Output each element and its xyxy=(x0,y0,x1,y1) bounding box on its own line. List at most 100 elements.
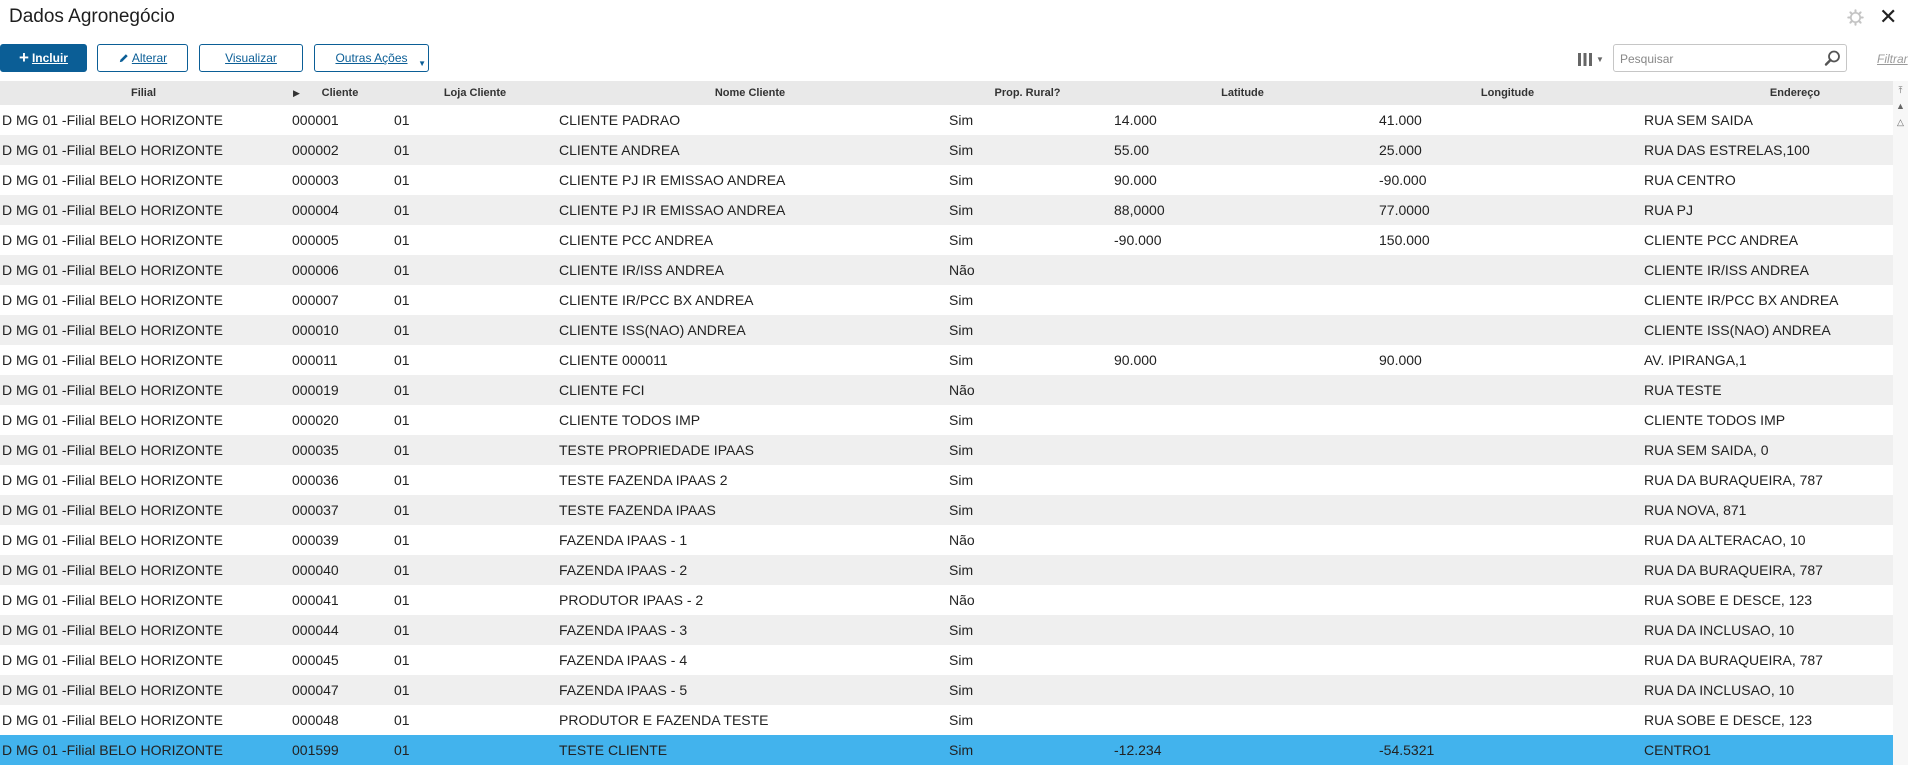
table-row[interactable]: D MG 01 -Filial BELO HORIZONTE 000045 01 FA… xyxy=(0,645,1893,675)
gear-icon[interactable] xyxy=(1847,9,1864,26)
cell-endereco: RUA SEM SAIDA, 0 xyxy=(1644,442,1769,458)
search-input[interactable] xyxy=(1618,49,1822,69)
outras-acoes-button[interactable]: Outras Ações ▼ xyxy=(314,44,429,72)
table-row[interactable]: D MG 01 -Filial BELO HORIZONTE 000019 01 CL… xyxy=(0,375,1893,405)
cell-loja-cliente: 01 xyxy=(394,682,410,698)
column-header-nome-cliente[interactable]: Nome Cliente xyxy=(560,81,940,105)
cell-cliente: 000011 xyxy=(292,352,338,368)
close-icon[interactable]: ✕ xyxy=(1879,5,1897,29)
table-row[interactable]: D MG 01 -Filial BELO HORIZONTE 000041 01 PR… xyxy=(0,585,1893,615)
cell-prop-rural: Sim xyxy=(949,562,974,578)
table-row[interactable]: D MG 01 -Filial BELO HORIZONTE 000048 01 PR… xyxy=(0,705,1893,735)
table-row[interactable]: D MG 01 -Filial BELO HORIZONTE 000005 01 CL… xyxy=(0,225,1893,255)
cell-prop-rural: Sim xyxy=(949,172,974,188)
scroll-up-icon[interactable]: △ xyxy=(1895,117,1906,128)
cell-prop-rural: Sim xyxy=(949,112,974,128)
cell-filial: D MG 01 -Filial BELO HORIZONTE xyxy=(2,562,223,578)
magnifier-icon[interactable] xyxy=(1824,49,1842,67)
table-row[interactable]: D MG 01 -Filial BELO HORIZONTE 000047 01 FA… xyxy=(0,675,1893,705)
column-header-longitude[interactable]: Longitude xyxy=(1375,81,1640,105)
table-row[interactable]: D MG 01 -Filial BELO HORIZONTE 000010 01 CL… xyxy=(0,315,1893,345)
table-row[interactable]: D MG 01 -Filial BELO HORIZONTE 000040 01 FA… xyxy=(0,555,1893,585)
table-row-selected[interactable]: D MG 01 -Filial BELO HORIZONTE 001599 01 TE… xyxy=(0,735,1893,765)
cell-nome-cliente: TESTE FAZENDA IPAAS xyxy=(559,502,716,518)
cell-cliente: 000005 xyxy=(292,232,339,248)
cell-cliente: 000010 xyxy=(292,322,339,338)
cell-longitude: 41.000 xyxy=(1379,112,1422,128)
cell-nome-cliente: FAZENDA IPAAS - 5 xyxy=(559,682,688,698)
table-row[interactable]: D MG 01 -Filial BELO HORIZONTE 000001 01 CL… xyxy=(0,105,1893,135)
cell-filial: D MG 01 -Filial BELO HORIZONTE xyxy=(2,592,223,608)
cell-cliente: 000020 xyxy=(292,412,339,428)
cell-cliente: 000041 xyxy=(292,592,339,608)
cell-cliente: 000036 xyxy=(292,472,339,488)
vertical-scrollbar[interactable]: ⤒ ▲ △ xyxy=(1893,81,1908,765)
column-selector[interactable]: ▼ xyxy=(1578,49,1612,69)
cell-loja-cliente: 01 xyxy=(394,712,410,728)
cell-longitude: 90.000 xyxy=(1379,352,1422,368)
cell-endereco: AV. IPIRANGA,1 xyxy=(1644,352,1747,368)
table-row[interactable]: D MG 01 -Filial BELO HORIZONTE 000004 01 CL… xyxy=(0,195,1893,225)
scroll-top-icon[interactable]: ⤒ xyxy=(1895,85,1906,96)
cell-prop-rural: Sim xyxy=(949,322,974,338)
scroll-page-up-icon[interactable]: ▲ xyxy=(1895,101,1906,112)
cell-prop-rural: Sim xyxy=(949,682,974,698)
table-row[interactable]: D MG 01 -Filial BELO HORIZONTE 000035 01 TE… xyxy=(0,435,1893,465)
cell-loja-cliente: 01 xyxy=(394,322,410,338)
table-row[interactable]: D MG 01 -Filial BELO HORIZONTE 000044 01 FA… xyxy=(0,615,1893,645)
cell-loja-cliente: 01 xyxy=(394,742,410,758)
cell-endereco: RUA SOBE E DESCE, 123 xyxy=(1644,712,1813,728)
cell-prop-rural: Sim xyxy=(949,442,974,458)
cell-filial: D MG 01 -Filial BELO HORIZONTE xyxy=(2,742,223,758)
cell-prop-rural: Sim xyxy=(949,232,974,248)
table-header: Filial Cliente Loja Cliente Nome Cliente Pro… xyxy=(0,81,1893,105)
column-header-filial[interactable]: Filial xyxy=(0,81,287,105)
table-row[interactable]: D MG 01 -Filial BELO HORIZONTE 000006 01 CL… xyxy=(0,255,1893,285)
cell-endereco: RUA NOVA, 871 xyxy=(1644,502,1747,518)
cell-prop-rural: Sim xyxy=(949,712,974,728)
cell-endereco: RUA DA INCLUSAO, 10 xyxy=(1644,622,1795,638)
cell-nome-cliente: FAZENDA IPAAS - 3 xyxy=(559,622,688,638)
table-row[interactable]: D MG 01 -Filial BELO HORIZONTE 000020 01 CL… xyxy=(0,405,1893,435)
cell-nome-cliente: CLIENTE IR/ISS ANDREA xyxy=(559,262,724,278)
filter-link[interactable]: Filtrar xyxy=(1877,52,1908,66)
cell-nome-cliente: CLIENTE TODOS IMP xyxy=(559,412,701,428)
cell-prop-rural: Não xyxy=(949,532,975,548)
cell-filial: D MG 01 -Filial BELO HORIZONTE xyxy=(2,112,223,128)
table-row[interactable]: D MG 01 -Filial BELO HORIZONTE 000003 01 CL… xyxy=(0,165,1893,195)
table-row[interactable]: D MG 01 -Filial BELO HORIZONTE 000036 01 TE… xyxy=(0,465,1893,495)
table-row[interactable]: D MG 01 -Filial BELO HORIZONTE 000007 01 CL… xyxy=(0,285,1893,315)
cell-nome-cliente: PRODUTOR IPAAS - 2 xyxy=(559,592,704,608)
cell-filial: D MG 01 -Filial BELO HORIZONTE xyxy=(2,442,223,458)
cell-nome-cliente: CLIENTE PADRAO xyxy=(559,112,681,128)
table-row[interactable]: D MG 01 -Filial BELO HORIZONTE 000011 01 CL… xyxy=(0,345,1893,375)
incluir-button[interactable]: + Incluir xyxy=(0,44,87,72)
sort-arrow-icon: ▶ xyxy=(293,88,300,98)
cell-prop-rural: Sim xyxy=(949,202,974,218)
column-header-endereco[interactable]: Endereço xyxy=(1700,81,1890,105)
chevron-down-icon: ▼ xyxy=(1596,54,1604,64)
cell-cliente: 000047 xyxy=(292,682,339,698)
column-header-latitude[interactable]: Latitude xyxy=(1110,81,1375,105)
cell-filial: D MG 01 -Filial BELO HORIZONTE xyxy=(2,472,223,488)
cell-endereco: CLIENTE TODOS IMP xyxy=(1644,412,1786,428)
visualizar-button[interactable]: Visualizar xyxy=(199,44,303,72)
table-row[interactable]: D MG 01 -Filial BELO HORIZONTE 000039 01 FA… xyxy=(0,525,1893,555)
cell-loja-cliente: 01 xyxy=(394,202,410,218)
cell-cliente: 000040 xyxy=(292,562,339,578)
column-header-cliente[interactable]: Cliente xyxy=(300,81,380,105)
cell-cliente: 000002 xyxy=(292,142,339,158)
chevron-down-icon: ▼ xyxy=(418,59,426,68)
cell-endereco: RUA DA BURAQUEIRA, 787 xyxy=(1644,562,1823,578)
cell-endereco: RUA DA INCLUSAO, 10 xyxy=(1644,682,1795,698)
cell-nome-cliente: CLIENTE FCI xyxy=(559,382,645,398)
table-row[interactable]: D MG 01 -Filial BELO HORIZONTE 000002 01 CL… xyxy=(0,135,1893,165)
table-row[interactable]: D MG 01 -Filial BELO HORIZONTE 000037 01 TE… xyxy=(0,495,1893,525)
cell-nome-cliente: PRODUTOR E FAZENDA TESTE xyxy=(559,712,769,728)
column-header-loja-cliente[interactable]: Loja Cliente xyxy=(420,81,530,105)
alterar-button[interactable]: Alterar xyxy=(97,44,188,72)
column-header-prop-rural[interactable]: Prop. Rural? xyxy=(960,81,1095,105)
cell-filial: D MG 01 -Filial BELO HORIZONTE xyxy=(2,532,223,548)
cell-prop-rural: Sim xyxy=(949,412,974,428)
cell-endereco: CENTRO1 xyxy=(1644,742,1711,758)
